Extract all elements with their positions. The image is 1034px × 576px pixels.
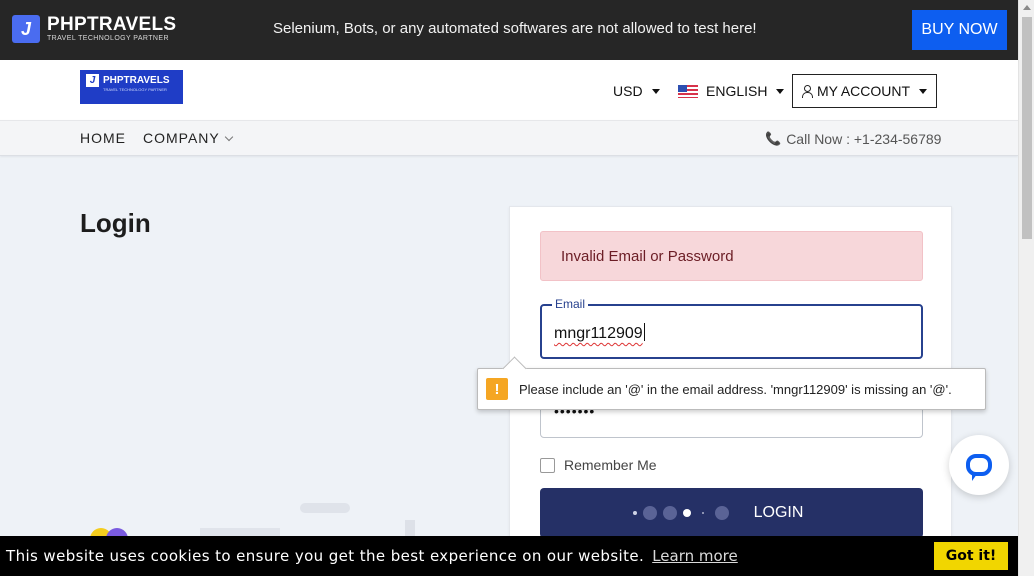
scroll-up-icon[interactable]	[1023, 5, 1031, 10]
remember-me-checkbox[interactable]	[540, 457, 555, 473]
login-button[interactable]: LOGIN	[540, 488, 923, 538]
call-now-label: Call Now : +1-234-56789	[786, 131, 942, 147]
header-logo-name: PHPTRAVELS	[103, 75, 170, 86]
login-button-label: LOGIN	[753, 504, 804, 521]
warning-icon: !	[486, 378, 508, 400]
main-nav: HOME COMPANY 📞 Call Now : +1-234-56789	[0, 120, 1018, 156]
cookie-learn-more-link[interactable]: Learn more	[652, 547, 738, 565]
currency-label: USD	[613, 83, 643, 99]
bot-warning-notice: Selenium, Bots, or any automated softwar…	[273, 20, 757, 37]
nav-company-label: COMPANY	[143, 130, 220, 146]
email-input-value: mngr112909	[554, 325, 643, 342]
us-flag-icon	[678, 84, 698, 98]
chevron-down-icon	[224, 132, 233, 141]
remember-me[interactable]: Remember Me	[540, 457, 657, 473]
logo-mark-icon: J	[86, 74, 99, 87]
site-header: J PHPTRAVELS TRAVEL TECHNOLOGY PARTNER US…	[0, 60, 1018, 120]
phone-icon: 📞	[765, 131, 782, 146]
header-logo[interactable]: J PHPTRAVELS TRAVEL TECHNOLOGY PARTNER	[80, 70, 183, 104]
buy-now-button[interactable]: BUY NOW	[912, 10, 1007, 50]
brand-logo-icon: J	[12, 15, 40, 43]
chat-icon	[966, 454, 992, 481]
cookie-message: This website uses cookies to ensure you …	[6, 547, 645, 565]
brand-logo[interactable]: J PHPTRAVELS TRAVEL TECHNOLOGY PARTNER	[12, 15, 176, 43]
caret-down-icon	[776, 88, 785, 94]
my-account-button[interactable]: MY ACCOUNT	[792, 74, 937, 108]
validation-message: Please include an '@' in the email addre…	[519, 381, 952, 397]
error-alert: Invalid Email or Password	[540, 231, 923, 281]
live-chat-button[interactable]	[949, 435, 1009, 495]
text-cursor	[643, 323, 645, 341]
scrollbar-thumb[interactable]	[1022, 17, 1032, 239]
cookie-accept-button[interactable]: Got it!	[934, 542, 1008, 570]
currency-dropdown[interactable]: USD	[613, 83, 660, 99]
email-label: Email	[552, 297, 589, 311]
caret-down-icon	[919, 88, 928, 94]
loading-spinner-icon	[630, 506, 732, 520]
nav-company[interactable]: COMPANY	[143, 130, 233, 146]
cookie-consent-bar: This website uses cookies to ensure you …	[0, 536, 1018, 576]
email-field[interactable]: Email mngr112909	[540, 297, 923, 359]
travel-illustration	[90, 500, 450, 550]
caret-down-icon	[651, 88, 660, 94]
page-title: Login	[80, 208, 151, 238]
language-dropdown[interactable]: ENGLISH	[678, 83, 785, 99]
page-scrollbar[interactable]	[1018, 0, 1034, 576]
call-now[interactable]: 📞 Call Now : +1-234-56789	[765, 131, 941, 147]
brand-name: PHPTRAVELS	[47, 13, 177, 35]
top-banner: J PHPTRAVELS TRAVEL TECHNOLOGY PARTNER S…	[0, 0, 1018, 60]
header-logo-tagline: TRAVEL TECHNOLOGY PARTNER	[103, 87, 167, 92]
email-validation-tooltip: ! Please include an '@' in the email add…	[477, 368, 986, 410]
brand-tagline: TRAVEL TECHNOLOGY PARTNER	[47, 34, 169, 42]
language-label: ENGLISH	[706, 83, 768, 99]
nav-home[interactable]: HOME	[80, 130, 126, 146]
airplane-illustration	[300, 503, 350, 513]
user-icon	[801, 85, 813, 98]
my-account-label: MY ACCOUNT	[816, 83, 911, 99]
remember-me-label: Remember Me	[564, 457, 657, 473]
